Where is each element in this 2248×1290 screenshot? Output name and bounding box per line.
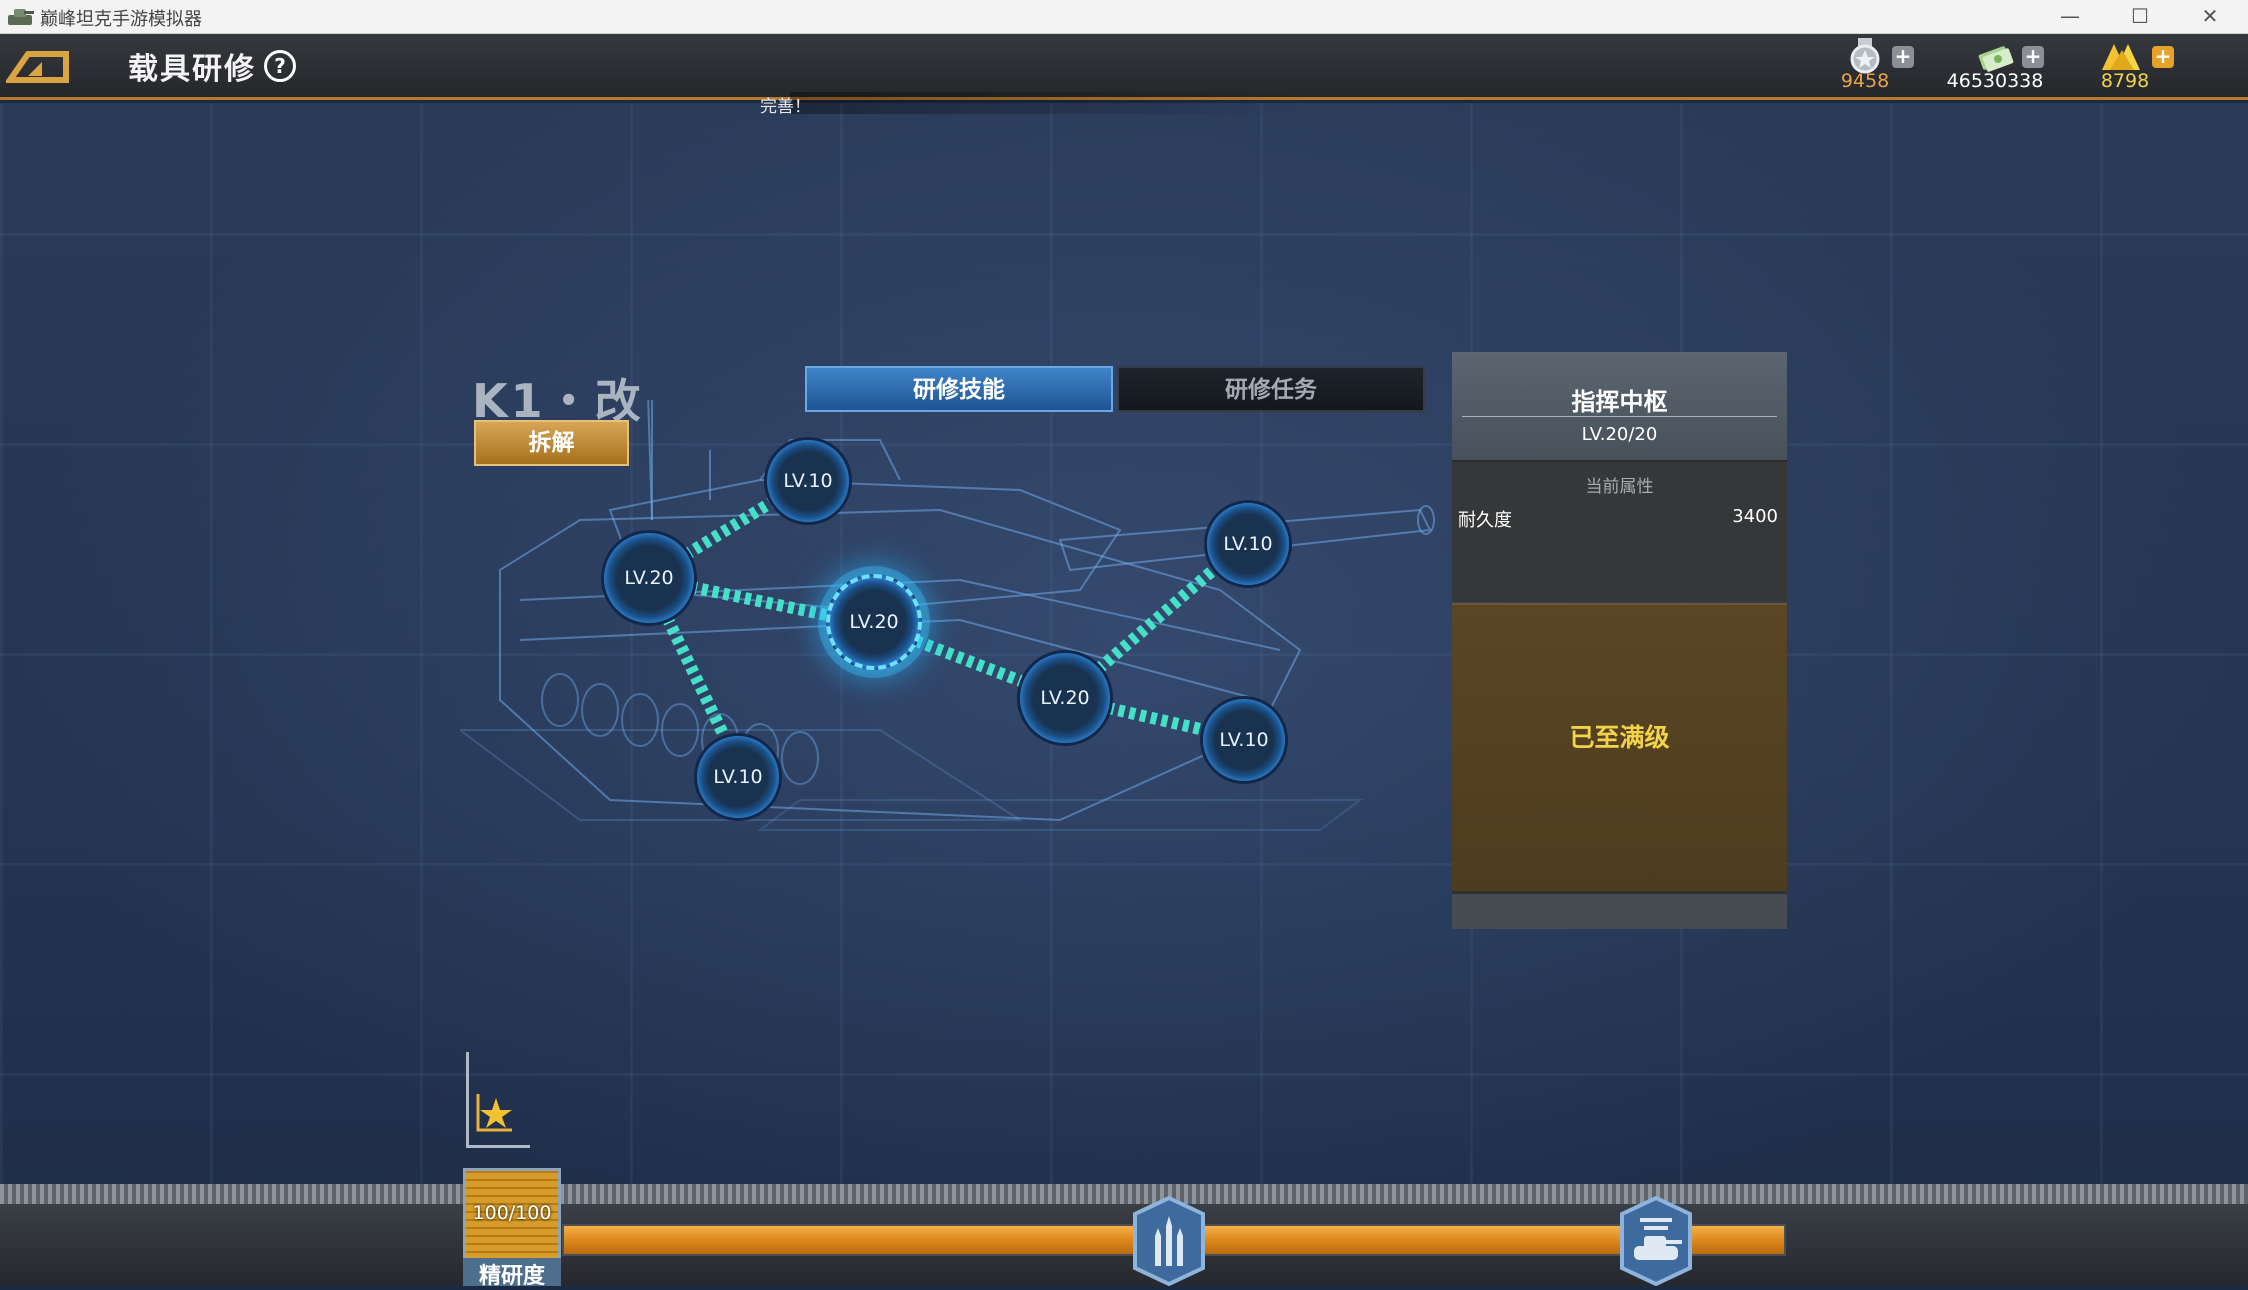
add-cash-button[interactable]: +: [2022, 46, 2044, 68]
toast-message: 完善！: [760, 97, 811, 117]
maximize-button[interactable]: ☐: [2108, 0, 2172, 34]
back-arrow-icon[interactable]: [6, 46, 72, 86]
skill-node[interactable]: LV.20: [601, 530, 697, 626]
divider: [1462, 416, 1777, 417]
skill-node[interactable]: LV.10: [1204, 500, 1292, 588]
medal-icon: [1850, 38, 1880, 74]
gold-icon: [2102, 44, 2140, 70]
skill-node[interactable]: LV.10: [1200, 696, 1288, 784]
toast-background: [790, 92, 1310, 114]
skill-node[interactable]: LV.10: [694, 733, 782, 821]
add-gold-button[interactable]: +: [2152, 46, 2174, 68]
attribute-name: 耐久度: [1458, 510, 1512, 531]
gold-count: 8798: [2100, 70, 2150, 92]
medal-count: 9458: [1840, 70, 1890, 92]
skill-level: LV.20/20: [1581, 424, 1658, 445]
skill-node[interactable]: LV.10: [764, 437, 852, 525]
close-button[interactable]: ✕: [2178, 0, 2242, 34]
panel-footer: [1452, 891, 1787, 929]
minimize-button[interactable]: —: [2038, 0, 2102, 34]
window-title: 巅峰坦克手游模拟器: [40, 9, 202, 30]
skill-node[interactable]: LV.20: [1017, 650, 1113, 746]
add-medal-button[interactable]: +: [1892, 46, 1914, 68]
precision-value: 100/100: [472, 1202, 552, 1224]
help-icon[interactable]: ?: [264, 50, 296, 82]
tank-app-icon: [8, 9, 34, 25]
attribute-value: 3400: [1732, 506, 1778, 527]
reward-badge-icon[interactable]: [1131, 1196, 1207, 1286]
page-title: 载具研修: [128, 52, 256, 87]
star-rank-icon[interactable]: [474, 1090, 514, 1134]
cash-count: 46530338: [1946, 70, 2044, 92]
cash-icon: [1978, 46, 2014, 72]
tank-badge-icon[interactable]: [1618, 1196, 1694, 1286]
window-titlebar: 巅峰坦克手游模拟器 — ☐ ✕: [0, 0, 2248, 34]
skill-node-selected[interactable]: LV.20: [826, 574, 922, 670]
precision-label: 精研度: [463, 1258, 561, 1289]
game-header: 载具研修 ? + 9458 + 46530338 + 8798: [0, 34, 2248, 100]
attribute-header: 当前属性: [1585, 477, 1654, 497]
max-level-label: 已至满级: [1569, 723, 1670, 752]
decorative-strip: [0, 1184, 2248, 1204]
skill-title: 指挥中枢: [1571, 388, 1668, 416]
